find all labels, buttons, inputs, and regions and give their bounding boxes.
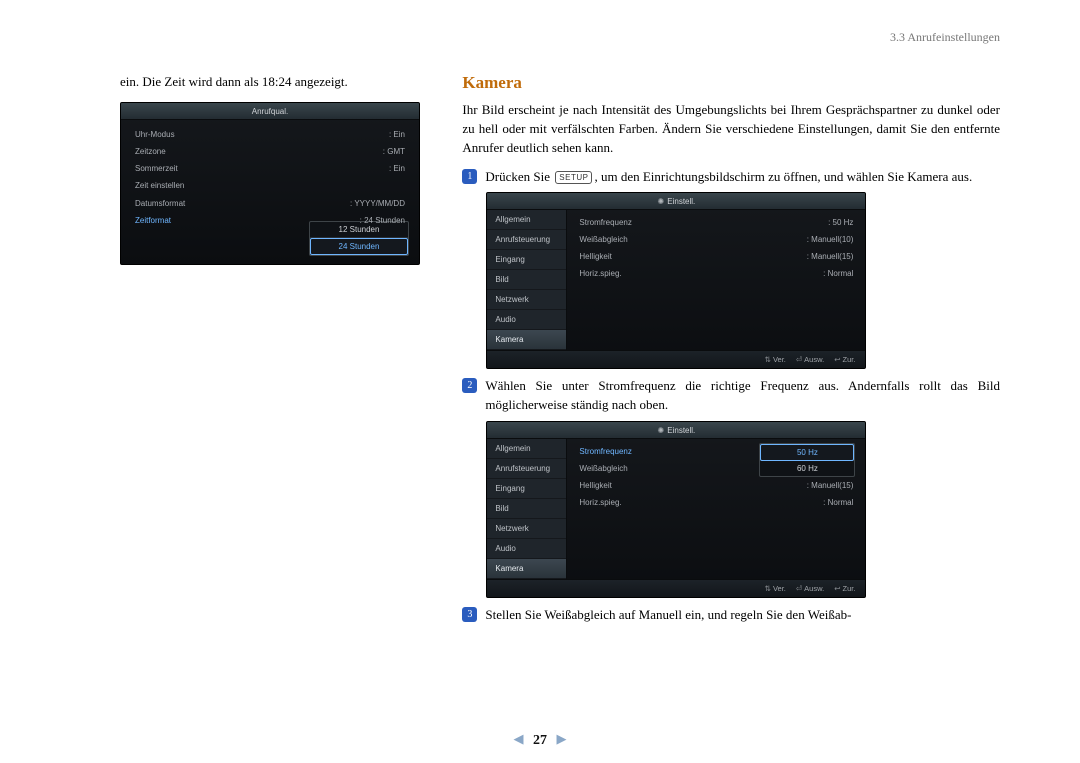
step-2: 2 Wählen Sie unter Stromfrequenz die ric… bbox=[462, 377, 1000, 415]
kamera-intro: Ihr Bild erscheint je nach Intensität de… bbox=[462, 101, 1000, 158]
setting-row: Datumsformat: YYYY/MM/DD bbox=[131, 195, 409, 212]
screenshot-timeformat: Anrufqual. Uhr-Modus: Ein Zeitzone: GMT … bbox=[120, 102, 420, 265]
dropdown-options: 12 Stunden 24 Stunden bbox=[309, 221, 409, 256]
foot-ver: ⇅Ver. bbox=[765, 355, 786, 364]
step-badge-2: 2 bbox=[462, 378, 477, 393]
content-pane: Stromfrequenz: 50 Hz Weißabgleich: Manue… bbox=[567, 210, 865, 350]
page-header: 3.3 Anrufeinstellungen bbox=[120, 30, 1000, 45]
left-intro-text: ein. Die Zeit wird dann als 18:24 angeze… bbox=[120, 73, 422, 92]
screenshot3-title: ✺Einstell. bbox=[487, 422, 865, 439]
prev-page-arrow[interactable]: ◀ bbox=[508, 731, 530, 746]
enter-icon: ⏎ bbox=[796, 584, 802, 593]
sidebar-item: Eingang bbox=[487, 250, 566, 270]
back-icon: ↩ bbox=[834, 584, 840, 593]
footer-bar: ⇅Ver. ⏎Ausw. ↩Zur. bbox=[487, 350, 865, 368]
content-row: Stromfrequenz: 50 Hz bbox=[577, 214, 855, 231]
footer-bar: ⇅Ver. ⏎Ausw. ↩Zur. bbox=[487, 579, 865, 597]
setting-row: Zeit einstellen bbox=[131, 177, 409, 194]
sidebar-item: Netzwerk bbox=[487, 519, 566, 539]
content-row: Weißabgleich: Manuell(10) bbox=[577, 231, 855, 248]
sidebar-item-kamera: Kamera bbox=[487, 559, 566, 579]
content-row: Helligkeit: Manuell(15) bbox=[577, 248, 855, 265]
right-column: Kamera Ihr Bild erscheint je nach Intens… bbox=[462, 73, 1000, 629]
option-50hz: 50 Hz bbox=[760, 444, 854, 461]
sidebar-item: Eingang bbox=[487, 479, 566, 499]
screenshot-kamera-settings: ✺Einstell. Allgemein Anrufsteuerung Eing… bbox=[486, 192, 866, 369]
next-page-arrow[interactable]: ▶ bbox=[551, 731, 573, 746]
sidebar-item: Netzwerk bbox=[487, 290, 566, 310]
page-number: 27 bbox=[533, 733, 547, 748]
updown-icon: ⇅ bbox=[765, 355, 771, 364]
setting-row: Zeitzone: GMT bbox=[131, 143, 409, 160]
step-badge-3: 3 bbox=[462, 607, 477, 622]
foot-ausw: ⏎Ausw. bbox=[796, 584, 824, 593]
sidebar-item: Audio bbox=[487, 539, 566, 559]
setup-key-icon: SETUP bbox=[555, 171, 592, 184]
foot-ausw: ⏎Ausw. bbox=[796, 355, 824, 364]
step2-text: Wählen Sie unter Stromfrequenz die richt… bbox=[485, 377, 1000, 415]
screenshot-stromfrequenz: ✺Einstell. Allgemein Anrufsteuerung Eing… bbox=[486, 421, 866, 598]
sidebar-item: Allgemein bbox=[487, 210, 566, 230]
foot-zur: ↩Zur. bbox=[834, 355, 855, 364]
step-1: 1 Drücken Sie SETUP, um den Einrichtungs… bbox=[462, 168, 1000, 187]
content-row: Helligkeit: Manuell(15) bbox=[577, 477, 855, 494]
sidebar-item: Bild bbox=[487, 270, 566, 290]
page-navigation: ◀ 27 ▶ bbox=[0, 731, 1080, 749]
sidebar: Allgemein Anrufsteuerung Eingang Bild Ne… bbox=[487, 210, 567, 350]
updown-icon: ⇅ bbox=[765, 584, 771, 593]
gear-icon: ✺ bbox=[658, 197, 665, 206]
setting-row: Sommerzeit: Ein bbox=[131, 160, 409, 177]
dropdown-options: 50 Hz 60 Hz bbox=[759, 443, 855, 477]
section-title-kamera: Kamera bbox=[462, 73, 1000, 93]
sidebar-item: Audio bbox=[487, 310, 566, 330]
gear-icon: ✺ bbox=[658, 426, 665, 435]
content-row: Horiz.spieg.: Normal bbox=[577, 265, 855, 282]
sidebar-item: Bild bbox=[487, 499, 566, 519]
content-pane: Stromfrequenz Weißabgleich Helligkeit: M… bbox=[567, 439, 865, 579]
sidebar-item-kamera: Kamera bbox=[487, 330, 566, 350]
step-3: 3 Stellen Sie Weißabgleich auf Manuell e… bbox=[462, 606, 1000, 625]
foot-zur: ↩Zur. bbox=[834, 584, 855, 593]
left-column: ein. Die Zeit wird dann als 18:24 angeze… bbox=[120, 73, 422, 629]
sidebar-item: Anrufsteuerung bbox=[487, 459, 566, 479]
step1-text: Drücken Sie SETUP, um den Einrichtungsbi… bbox=[485, 168, 972, 187]
step-badge-1: 1 bbox=[462, 169, 477, 184]
sidebar: Allgemein Anrufsteuerung Eingang Bild Ne… bbox=[487, 439, 567, 579]
sidebar-item: Anrufsteuerung bbox=[487, 230, 566, 250]
option-24h: 24 Stunden bbox=[310, 238, 408, 255]
setting-row: Uhr-Modus: Ein bbox=[131, 126, 409, 143]
content-row: Horiz.spieg.: Normal bbox=[577, 494, 855, 511]
step3-text: Stellen Sie Weißabgleich auf Manuell ein… bbox=[485, 606, 851, 625]
sidebar-item: Allgemein bbox=[487, 439, 566, 459]
enter-icon: ⏎ bbox=[796, 355, 802, 364]
screenshot2-title: ✺Einstell. bbox=[487, 193, 865, 210]
back-icon: ↩ bbox=[834, 355, 840, 364]
option-60hz: 60 Hz bbox=[760, 461, 854, 476]
screenshot1-title: Anrufqual. bbox=[121, 103, 419, 120]
foot-ver: ⇅Ver. bbox=[765, 584, 786, 593]
